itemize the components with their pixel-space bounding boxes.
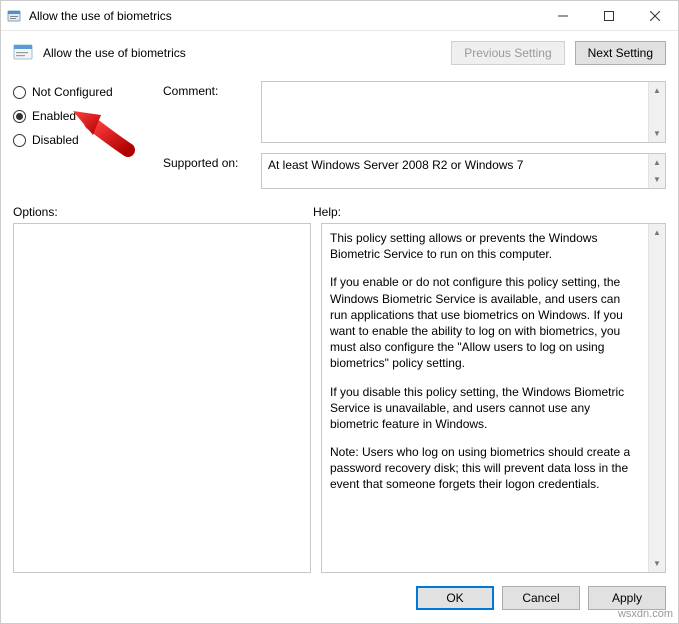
supported-label: Supported on: xyxy=(163,153,253,170)
window-title: Allow the use of biometrics xyxy=(29,9,540,23)
mid-labels: Options: Help: xyxy=(13,205,666,219)
radio-enabled[interactable]: Enabled xyxy=(13,109,153,123)
apply-button[interactable]: Apply xyxy=(588,586,666,610)
radio-label: Disabled xyxy=(32,133,79,147)
comment-label: Comment: xyxy=(163,81,253,98)
policy-title: Allow the use of biometrics xyxy=(43,46,451,60)
scroll-down-icon[interactable]: ▼ xyxy=(649,125,665,142)
supported-field: At least Windows Server 2008 R2 or Windo… xyxy=(261,153,666,189)
supported-row: Supported on: At least Windows Server 20… xyxy=(163,153,666,189)
help-p2: If you enable or do not configure this p… xyxy=(330,274,640,371)
footer: OK Cancel Apply xyxy=(1,573,678,623)
policy-icon xyxy=(7,8,23,24)
options-label: Options: xyxy=(13,205,313,219)
config-fields: Comment: ▲ ▼ Supported on: At least Wind… xyxy=(163,81,666,189)
scrollbar[interactable]: ▲ ▼ xyxy=(648,224,665,572)
window-root: Allow the use of biometrics xyxy=(0,0,679,624)
help-p3: If you disable this policy setting, the … xyxy=(330,384,640,433)
radio-group: Not Configured Enabled xyxy=(13,81,153,189)
scroll-down-icon[interactable]: ▼ xyxy=(649,171,665,188)
content-area: Allow the use of biometrics Previous Set… xyxy=(1,31,678,573)
titlebar: Allow the use of biometrics xyxy=(1,1,678,31)
scroll-down-icon[interactable]: ▼ xyxy=(649,555,665,572)
scroll-up-icon[interactable]: ▲ xyxy=(649,82,665,99)
minimize-button[interactable] xyxy=(540,1,586,31)
scrollbar[interactable]: ▲ ▼ xyxy=(648,82,665,142)
radio-label: Not Configured xyxy=(32,85,113,99)
supported-value: At least Windows Server 2008 R2 or Windo… xyxy=(262,154,648,188)
header-row: Allow the use of biometrics Previous Set… xyxy=(13,41,666,65)
help-p1: This policy setting allows or prevents t… xyxy=(330,230,640,262)
comment-value xyxy=(262,82,648,142)
scrollbar[interactable]: ▲ ▼ xyxy=(648,154,665,188)
next-setting-button[interactable]: Next Setting xyxy=(575,41,666,65)
options-pane[interactable] xyxy=(13,223,311,573)
previous-setting-button[interactable]: Previous Setting xyxy=(451,41,564,65)
help-p4: Note: Users who log on using biometrics … xyxy=(330,444,640,493)
radio-icon-selected xyxy=(13,110,26,123)
scroll-up-icon[interactable]: ▲ xyxy=(649,154,665,171)
radio-label: Enabled xyxy=(32,109,76,123)
radio-icon xyxy=(13,134,26,147)
maximize-button[interactable] xyxy=(586,1,632,31)
radio-disabled[interactable]: Disabled xyxy=(13,133,153,147)
help-pane: This policy setting allows or prevents t… xyxy=(321,223,666,573)
nav-buttons: Previous Setting Next Setting xyxy=(451,41,666,65)
policy-header-icon xyxy=(13,43,37,63)
watermark: wsxdn.com xyxy=(618,608,673,620)
comment-field[interactable]: ▲ ▼ xyxy=(261,81,666,143)
ok-button[interactable]: OK xyxy=(416,586,494,610)
panes: This policy setting allows or prevents t… xyxy=(13,223,666,573)
help-label: Help: xyxy=(313,205,666,219)
radio-not-configured[interactable]: Not Configured xyxy=(13,85,153,99)
close-button[interactable] xyxy=(632,1,678,31)
config-area: Not Configured Enabled xyxy=(13,81,666,189)
help-text: This policy setting allows or prevents t… xyxy=(322,224,648,572)
cancel-button[interactable]: Cancel xyxy=(502,586,580,610)
scroll-up-icon[interactable]: ▲ xyxy=(649,224,665,241)
radio-icon xyxy=(13,86,26,99)
window-controls xyxy=(540,1,678,31)
comment-row: Comment: ▲ ▼ xyxy=(163,81,666,143)
